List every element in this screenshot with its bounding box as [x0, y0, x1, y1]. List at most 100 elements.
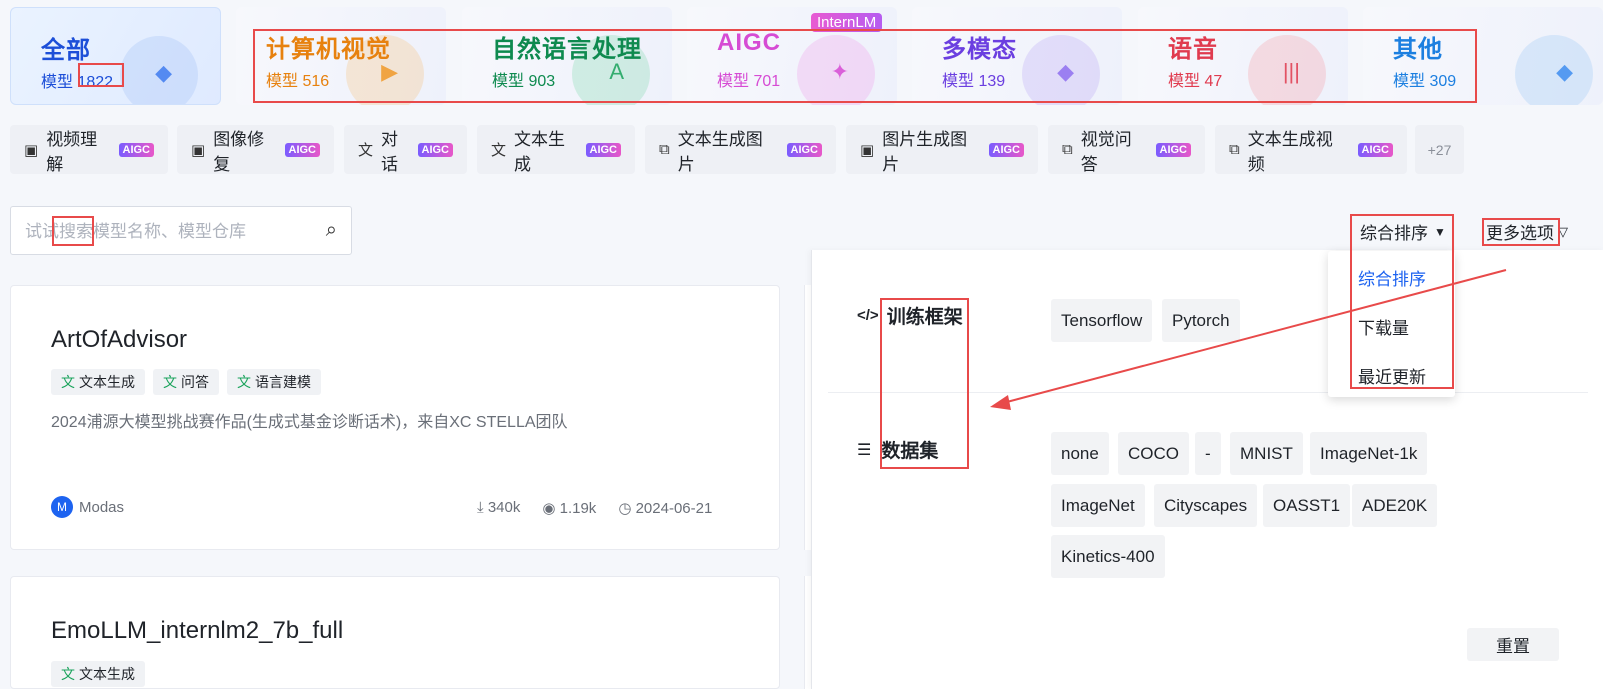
tag-video-understanding[interactable]: ▣ 视频理解 AIGC	[10, 125, 168, 174]
sort-select[interactable]: 综合排序 ▼	[1360, 219, 1446, 244]
tag-label: 文本生成	[514, 129, 566, 174]
model-tag[interactable]: 文语言建模	[227, 369, 321, 395]
count-value: 903	[528, 73, 556, 90]
filter-chip-tensorflow[interactable]: Tensorflow	[1051, 299, 1153, 342]
model-tag[interactable]: 文文本生成	[51, 369, 145, 395]
dataset-chip[interactable]: Kinetics-400	[1051, 535, 1165, 578]
category-title: 计算机视觉	[266, 36, 391, 63]
tag-dialogue[interactable]: 文对话 AIGC	[344, 125, 467, 174]
filter-chip-pytorch[interactable]: Pytorch	[1162, 299, 1240, 342]
decor-circle	[1515, 35, 1593, 105]
model-tags: 文文本生成文问答文语言建模	[51, 369, 329, 395]
tag-label: 图像修复	[213, 129, 265, 174]
divider	[828, 392, 1588, 393]
count-label: 模型	[1168, 73, 1201, 90]
multimodal-icon: ⧉	[1229, 141, 1240, 158]
sort-option-composite[interactable]: 综合排序	[1358, 265, 1426, 290]
count-value: 309	[1429, 73, 1457, 90]
count-label: 模型	[41, 74, 74, 91]
aigc-badge: AIGC	[284, 142, 320, 157]
translate-icon: 文	[358, 142, 374, 159]
dataset-chip[interactable]: OASST1	[1263, 484, 1351, 527]
aigc-badge: AIGC	[417, 142, 453, 157]
category-count: 模型 309	[1393, 67, 1456, 91]
aigc-badge: AIGC	[118, 142, 154, 157]
downloads-value: 340k	[487, 499, 521, 516]
framework-section: </> 训练框架	[857, 302, 963, 329]
tag-text: 文本生成	[79, 666, 135, 682]
count-label: 模型	[1393, 73, 1426, 90]
model-card[interactable]: ArtOfAdvisor 文文本生成文问答文语言建模 2024浦源大模型挑战赛作…	[10, 285, 780, 550]
category-title: 自然语言处理	[492, 36, 642, 63]
category-card-nlp[interactable]: A 自然语言处理 模型 903	[462, 7, 672, 105]
category-count: 模型 47	[1168, 67, 1222, 91]
filter-panel: </> 训练框架 Tensorflow Pytorch ☰ 数据集 none C…	[811, 250, 1603, 689]
category-card-other[interactable]: ◆ 其他 模型 309	[1363, 7, 1603, 105]
translate-icon: 文	[61, 666, 75, 682]
category-card-cv[interactable]: ▶ 计算机视觉 模型 516	[236, 7, 446, 105]
internlm-badge: InternLM	[811, 13, 883, 32]
views-stat: ◉ 1.19k	[542, 499, 596, 517]
category-title: AIGC	[717, 29, 781, 56]
count-label: 模型	[717, 73, 750, 90]
dataset-chip[interactable]: -	[1195, 432, 1221, 475]
tag-text-generation[interactable]: 文文本生成 AIGC	[477, 125, 635, 174]
search-input[interactable]	[23, 219, 307, 245]
category-card-speech[interactable]: ||| 语音 模型 47	[1138, 7, 1348, 105]
tag-text-to-image[interactable]: ⧉ 文本生成图片 AIGC	[645, 125, 836, 174]
model-name[interactable]: EmoLLM_internlm2_7b_full	[51, 617, 343, 645]
dataset-chip[interactable]: MNIST	[1230, 432, 1303, 475]
author-name: Modas	[79, 498, 125, 516]
dataset-section: ☰ 数据集	[857, 436, 938, 463]
tag-text: 文本生成	[79, 374, 135, 390]
clock-icon: ◷	[618, 500, 632, 517]
dataset-title: 数据集	[881, 441, 939, 462]
category-card-multimodal[interactable]: ◆ 多模态 模型 139	[912, 7, 1122, 105]
dataset-chip[interactable]: ImageNet-1k	[1310, 432, 1428, 475]
sort-dropdown: 综合排序 下载量 最近更新	[1328, 251, 1455, 397]
count-label: 模型	[492, 73, 525, 90]
dataset-chip[interactable]: none	[1051, 432, 1109, 475]
model-card[interactable]: EmoLLM_internlm2_7b_full 文文本生成	[10, 576, 780, 689]
aigc-badge: AIGC	[988, 142, 1024, 157]
model-stats: ⤓ 340k ◉ 1.19k ◷ 2024-06-21	[477, 499, 712, 517]
downloads-stat: ⤓ 340k	[477, 499, 520, 517]
dataset-chip[interactable]: ADE20K	[1352, 484, 1438, 527]
tag-text-to-video[interactable]: ⧉ 文本生成视频 AIGC	[1215, 125, 1407, 174]
tag-image-repair[interactable]: ▣ 图像修复 AIGC	[177, 125, 334, 174]
model-tag[interactable]: 文问答	[153, 369, 219, 395]
category-card-all[interactable]: ◆ 全部 模型 1822	[10, 7, 221, 105]
image-icon: ▣	[191, 141, 206, 159]
count-value: 47	[1204, 73, 1223, 90]
author[interactable]: M Modas	[51, 496, 124, 518]
dataset-chip[interactable]: ImageNet	[1051, 484, 1145, 527]
model-tag[interactable]: 文文本生成	[51, 661, 145, 687]
search-icon[interactable]: ⌕	[326, 219, 337, 242]
image-icon: ▣	[860, 141, 875, 159]
date-value: 2024-06-21	[635, 500, 713, 517]
count-value: 1822	[77, 74, 114, 91]
model-name[interactable]: ArtOfAdvisor	[51, 326, 187, 354]
category-title: 其他	[1393, 36, 1443, 63]
category-title: 多模态	[942, 36, 1017, 63]
category-count: 模型 903	[492, 67, 555, 91]
tag-text: 语言建模	[255, 374, 311, 390]
aigc-badge: AIGC	[786, 142, 822, 157]
dataset-chip[interactable]: COCO	[1118, 432, 1189, 475]
count-label: 模型	[942, 73, 975, 90]
more-options-label: 更多选项	[1486, 224, 1554, 243]
count-value: 701	[753, 73, 781, 90]
sort-option-downloads[interactable]: 下载量	[1358, 314, 1409, 339]
sparkle-icon: ✦	[830, 59, 849, 84]
tag-visual-qa[interactable]: ⧉ 视觉问答 AIGC	[1048, 125, 1205, 174]
aigc-badge: AIGC	[585, 142, 621, 157]
more-tags-button[interactable]: +27	[1415, 125, 1464, 174]
more-options-button[interactable]: 更多选项 ▽	[1486, 219, 1568, 244]
dataset-chip[interactable]: Cityscapes	[1154, 484, 1258, 527]
download-icon: ⤓	[477, 499, 484, 516]
date-stat: ◷ 2024-06-21	[618, 499, 712, 517]
tag-image-to-image[interactable]: ▣ 图片生成图片 AIGC	[846, 125, 1038, 174]
sort-option-recent[interactable]: 最近更新	[1358, 363, 1426, 388]
reset-button[interactable]: 重置	[1467, 628, 1559, 661]
eye-icon: ◉	[542, 500, 556, 517]
